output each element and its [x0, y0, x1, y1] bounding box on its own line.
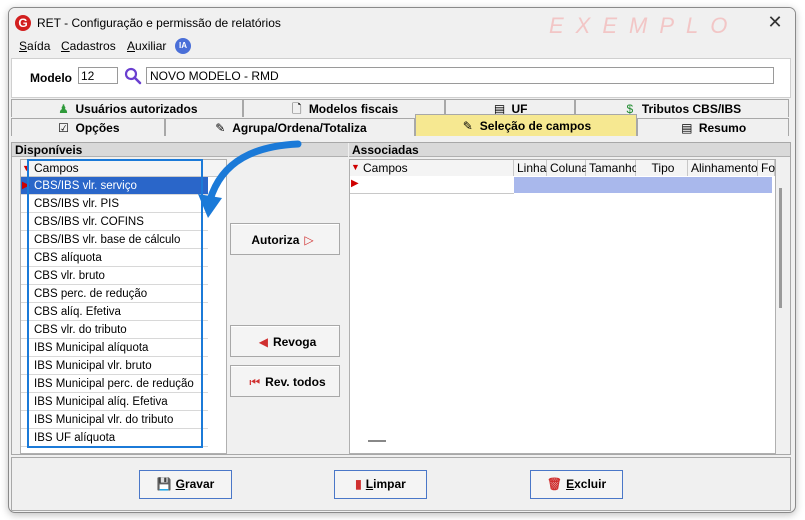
rewind-icon: ⏮	[249, 375, 261, 389]
checkbox-icon: ☑	[58, 121, 69, 135]
available-field-item[interactable]: CBS/IBS vlr. COFINS	[21, 213, 208, 231]
associated-column-header[interactable]: Campos	[350, 160, 514, 176]
edit-icon: ✎	[215, 121, 226, 135]
save-icon: 💾	[156, 477, 172, 491]
available-field-item[interactable]: CBS/IBS vlr. PIS	[21, 195, 208, 213]
available-field-item[interactable]: IBS Municipal alíquota	[21, 339, 208, 357]
sort-down-icon: ▼	[351, 162, 360, 172]
row-pointer-icon: ▶	[22, 180, 30, 191]
app-logo-icon: G	[15, 15, 31, 31]
associated-column-header[interactable]: Fo	[758, 160, 775, 176]
revoga-button[interactable]: ◀ Revoga	[230, 325, 340, 357]
footer-bar: 💾 Gravar ▮ Limpar 🗑 Excluir	[11, 457, 791, 511]
tab-opcoes[interactable]: ☑ Opções	[11, 118, 165, 136]
associated-row-fill[interactable]	[514, 177, 772, 193]
available-field-item[interactable]: CBS perc. de redução	[21, 285, 208, 303]
edit-icon: ✎	[462, 119, 473, 133]
associated-column-header[interactable]: Tipo	[636, 160, 688, 176]
available-field-item[interactable]: CBS vlr. do tributo	[21, 321, 208, 339]
available-field-item[interactable]: IBS Municipal vlr. bruto	[21, 357, 208, 375]
tab-resumo[interactable]: ▤ Resumo	[637, 118, 789, 136]
eraser-icon: ▮	[355, 477, 362, 491]
tab-usuarios-autorizados[interactable]: ♟ Usuários autorizados	[11, 99, 243, 117]
associated-column-header[interactable]: Coluna	[547, 160, 588, 176]
document-icon: ▤	[681, 121, 693, 135]
available-fields-list: CBS/IBS vlr. serviço ▶ CBS/IBS vlr. PIS CBS…	[21, 177, 208, 447]
available-field-item[interactable]: CBS alíq. Efetiva	[21, 303, 208, 321]
tab-agrupa-ordena-totaliza[interactable]: ✎ Agrupa/Ordena/Totaliza	[165, 118, 415, 136]
autoriza-button[interactable]: Autoriza ▷	[230, 223, 340, 255]
associated-header: Associadas	[349, 143, 790, 157]
arrow-right-icon: ▷	[304, 233, 314, 247]
associated-column-header[interactable]: Alinhamento	[688, 160, 758, 176]
available-field-item[interactable]: IBS Municipal perc. de redução	[21, 375, 208, 393]
associated-row-new[interactable]: ▶	[350, 177, 514, 194]
horizontal-scrollbar[interactable]	[368, 440, 386, 442]
window-title: RET - Configuração e permissão de relató…	[37, 16, 281, 30]
ia-assistant-icon[interactable]: IA	[175, 38, 191, 54]
arrow-left-icon: ◀	[258, 335, 268, 349]
row-pointer-icon: ▶	[351, 178, 359, 189]
tab-selecao-de-campos[interactable]: ✎ Seleção de campos	[415, 114, 637, 136]
menu-auxiliar[interactable]: Auxiliar	[127, 39, 166, 53]
menu-cadastros[interactable]: Cadastros	[61, 39, 116, 53]
model-row: Modelo 12 NOVO MODELO - RMD	[11, 58, 791, 98]
available-field-item[interactable]: IBS UF alíquota	[21, 429, 208, 447]
associated-column-header[interactable]: Linha	[514, 160, 547, 176]
available-field-item[interactable]: CBS/IBS vlr. serviço ▶	[21, 177, 208, 195]
search-icon[interactable]	[124, 67, 142, 85]
available-field-item[interactable]: IBS Municipal alíq. Efetiva	[21, 393, 208, 411]
menu-bar: Saída Cadastros Auxiliar IA	[9, 36, 795, 56]
associated-scrollbar[interactable]	[779, 188, 782, 308]
gravar-button[interactable]: 💾 Gravar	[139, 470, 232, 499]
trash-icon: 🗑	[546, 477, 563, 491]
excluir-button[interactable]: 🗑 Excluir	[530, 470, 623, 499]
document-icon: 🗋	[291, 102, 302, 116]
model-code-input[interactable]: 12	[78, 67, 118, 84]
associated-column-header[interactable]: Tamanho	[586, 160, 638, 176]
users-icon: ♟	[58, 102, 69, 116]
available-field-item[interactable]: CBS alíquota	[21, 249, 208, 267]
close-icon[interactable]: ✕	[765, 12, 785, 33]
available-field-item[interactable]: IBS Municipal vlr. do tributo	[21, 411, 208, 429]
title-bar: G RET - Configuração e permissão de rela…	[9, 8, 795, 38]
associated-fields-grid: Campos Linha Coluna Tamanho Tipo Alinhamento F…	[349, 159, 782, 454]
sort-down-icon: ▼	[22, 163, 31, 173]
revoga-todos-button[interactable]: ⏮ Rev. todos	[230, 365, 340, 397]
model-label: Modelo	[30, 71, 72, 85]
available-field-item[interactable]: CBS vlr. bruto	[21, 267, 208, 285]
selection-panel: Disponíveis Associadas ▼ Campos CBS/IBS …	[11, 142, 791, 455]
app-window: G RET - Configuração e permissão de rela…	[8, 7, 796, 513]
model-name-input[interactable]: NOVO MODELO - RMD	[146, 67, 774, 84]
curved-arrow-icon	[198, 140, 302, 218]
menu-saida[interactable]: Saída	[19, 39, 50, 53]
available-field-item[interactable]: CBS/IBS vlr. base de cálculo	[21, 231, 208, 249]
limpar-button[interactable]: ▮ Limpar	[334, 470, 427, 499]
